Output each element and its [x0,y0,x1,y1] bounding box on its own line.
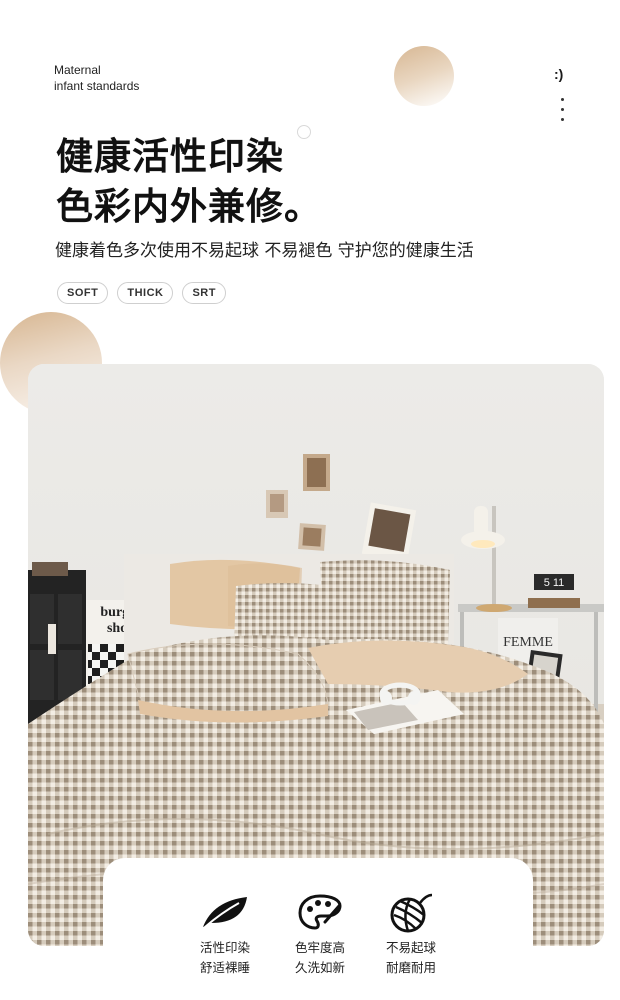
feature-item-3: 不易起球 耐磨耐用 [371,892,451,978]
feature-item-1: 活性印染 舒适裸睡 [185,892,265,978]
feature-3-line-2: 耐磨耐用 [385,960,436,975]
wall-photo-1 [303,454,330,491]
dots-decoration [561,98,565,128]
page-title: 健康活性印染 色彩内外兼修。 [56,132,322,232]
brand-line-2: infant standards [54,79,140,93]
brand-line-1: Maternal [54,63,101,77]
feature-card: 活性印染 舒适裸睡 色牢度高 久洗如新 不易起球 耐磨耐用 [103,858,533,1000]
clock-display: 5 11 [544,577,565,589]
title-line-1: 健康活性印染 [56,135,284,178]
frame-text: FEMME [503,635,553,650]
tag-srt: SRT [182,282,226,304]
gradient-orb-top [394,46,454,106]
wall-photo-2 [266,490,288,518]
feature-2-line-2: 久洗如新 [294,960,345,975]
smile-glyph: :) [554,66,564,82]
feature-3-line-1: 不易起球 [385,940,436,955]
feature-item-2: 色牢度高 久洗如新 [280,892,360,978]
title-line-2: 色彩内外兼修。 [56,185,322,228]
brand-tagline: Maternal infant standards [54,62,139,94]
page-subtitle: 健康着色多次使用不易起球 不易褪色 守护您的健康生活 [55,241,474,261]
tag-list: SOFT THICK SRT [57,282,226,304]
yarn-ball-icon [371,892,451,933]
wall-photo-3 [298,523,326,551]
feature-2-line-1: 色牢度高 [294,940,345,955]
wall-photo-4 [361,502,417,562]
feature-1-line-1: 活性印染 [199,940,250,955]
tag-soft: SOFT [57,282,109,304]
leaf-icon [185,892,265,932]
palette-icon [280,892,360,932]
tag-thick: THICK [117,282,174,304]
feature-1-line-2: 舒适裸睡 [199,960,250,975]
